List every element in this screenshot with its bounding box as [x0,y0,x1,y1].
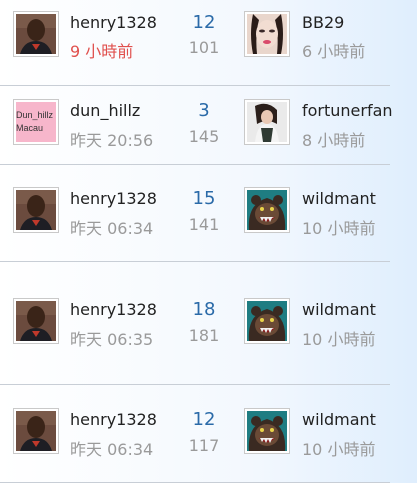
thread-list: henry1328 9 小時前 12 101 BB29 6 小時前 Dun_hi… [0,0,417,483]
last-post-time: 6 小時前 [302,42,366,61]
last-poster-name[interactable]: fortunerfan [302,101,393,120]
reply-count: 15 [192,188,216,209]
thread-row[interactable]: Dun_hillz Macau dun_hillz 昨天 20:56 3 145… [0,86,417,164]
last-poster-avatar[interactable] [244,99,290,145]
author-name[interactable]: henry1328 [70,13,157,32]
view-count: 141 [188,215,220,234]
author-post-time: 9 小時前 [70,42,134,61]
author-avatar[interactable] [13,11,59,57]
grizzly-avatar-icon [247,301,287,341]
bb29-avatar-icon [247,14,287,54]
last-poster-avatar[interactable] [244,298,290,344]
author-post-time: 昨天 20:56 [70,131,154,150]
thread-row[interactable]: henry1328 昨天 06:35 18 181 wildmant 10 小時… [0,262,417,384]
author-name[interactable]: dun_hillz [70,101,140,120]
last-post-time: 10 小時前 [302,330,376,349]
last-poster-avatar[interactable] [244,408,290,454]
last-post-time: 8 小時前 [302,131,366,150]
reply-count: 12 [192,12,216,33]
author-post-time: 昨天 06:35 [70,330,154,349]
author-avatar[interactable]: Dun_hillz Macau [13,99,59,145]
thread-row[interactable]: henry1328 昨天 06:34 12 117 wildmant 10 小時… [0,385,417,483]
reply-count: 12 [192,409,216,430]
henry-avatar-icon [16,190,56,230]
author-post-time: 昨天 06:34 [70,219,154,238]
author-post-time: 昨天 06:34 [70,440,154,459]
last-post-time: 10 小時前 [302,219,376,238]
thread-row[interactable]: henry1328 昨天 06:34 15 141 wildmant 10 小時… [0,165,417,261]
avatar-text: Dun_hillz Macau [16,110,54,133]
last-poster-name[interactable]: wildmant [302,410,376,429]
author-avatar[interactable] [13,187,59,233]
last-poster-avatar[interactable] [244,187,290,233]
view-count: 117 [188,436,220,455]
henry-avatar-icon [16,301,56,341]
author-avatar[interactable] [13,298,59,344]
view-count: 181 [188,326,220,345]
henry-avatar-icon [16,14,56,54]
fortunerfan-avatar-icon [247,102,287,142]
last-poster-avatar[interactable] [244,11,290,57]
author-name[interactable]: henry1328 [70,300,157,319]
grizzly-avatar-icon [247,411,287,451]
author-avatar[interactable] [13,408,59,454]
last-poster-name[interactable]: wildmant [302,300,376,319]
reply-count: 3 [198,100,210,121]
thread-row[interactable]: henry1328 9 小時前 12 101 BB29 6 小時前 [0,0,417,85]
last-poster-name[interactable]: wildmant [302,189,376,208]
grizzly-avatar-icon [247,190,287,230]
dun-hillz-avatar-icon: Dun_hillz Macau [16,102,56,142]
author-name[interactable]: henry1328 [70,410,157,429]
view-count: 101 [188,38,220,57]
reply-count: 18 [192,299,216,320]
last-post-time: 10 小時前 [302,440,376,459]
author-name[interactable]: henry1328 [70,189,157,208]
last-poster-name[interactable]: BB29 [302,13,344,32]
henry-avatar-icon [16,411,56,451]
view-count: 145 [188,127,220,146]
